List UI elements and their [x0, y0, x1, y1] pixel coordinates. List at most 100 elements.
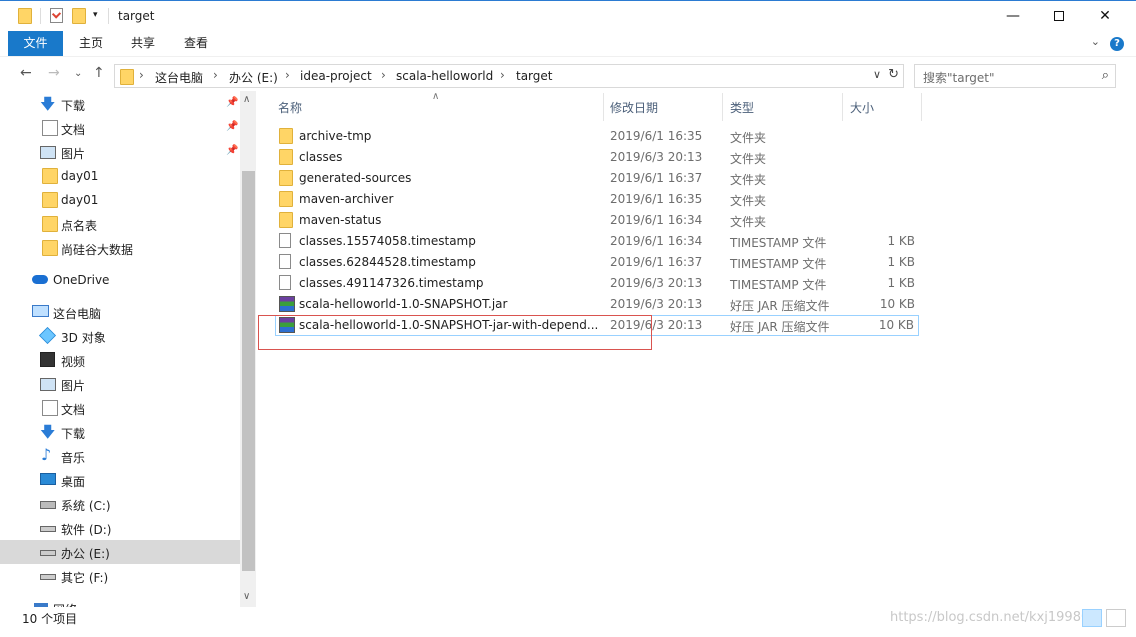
nav-item-roster[interactable]: 点名表 — [0, 212, 240, 236]
breadcrumb-separator[interactable]: › — [213, 68, 218, 82]
nav-item-this-pc[interactable]: 这台电脑 — [0, 300, 240, 324]
breadcrumb-item[interactable]: 办公 (E:) — [229, 69, 278, 86]
nav-item-downloads[interactable]: 🡇 下载 📌 — [0, 92, 240, 116]
column-header-type[interactable]: 类型 — [730, 99, 754, 116]
column-header-size[interactable]: 大小 — [850, 99, 874, 116]
file-icon — [279, 254, 291, 269]
scroll-down-icon[interactable]: ∨ — [243, 591, 250, 602]
properties-icon[interactable] — [50, 8, 63, 23]
forward-button[interactable]: → — [48, 65, 60, 81]
folder-icon — [42, 192, 58, 208]
breadcrumb-separator[interactable]: › — [500, 68, 505, 82]
nav-item-label: 图片 — [61, 147, 86, 161]
separator — [108, 8, 109, 24]
nav-item-label: 系统 (C:) — [61, 499, 111, 513]
pin-icon[interactable]: 📌 — [226, 97, 238, 108]
breadcrumb-item[interactable]: 这台电脑 — [155, 69, 203, 86]
title-bar: ▾ target — ✕ — [0, 0, 1136, 31]
table-row[interactable]: classes.62844528.timestamp 2019/6/1 16:3… — [275, 252, 919, 273]
nav-item-day01[interactable]: day01 — [0, 164, 240, 188]
nav-item-documents[interactable]: 文档 — [0, 396, 240, 420]
scroll-up-icon[interactable]: ∧ — [243, 94, 250, 105]
breadcrumb-item[interactable]: target — [516, 69, 553, 83]
nav-item-3d-objects[interactable]: 3D 对象 — [0, 324, 240, 348]
details-view-button[interactable] — [1082, 609, 1102, 627]
column-header-date[interactable]: 修改日期 — [610, 99, 658, 116]
address-row: ← → ⌄ ↑ › 这台电脑 › 办公 (E:) › idea-project … — [0, 56, 1136, 91]
nav-item-drive-f[interactable]: 其它 (F:) — [0, 564, 240, 588]
breadcrumb-separator[interactable]: › — [381, 68, 386, 82]
address-bar[interactable]: › 这台电脑 › 办公 (E:) › idea-project › scala-… — [114, 64, 904, 88]
nav-item-onedrive[interactable]: OneDrive — [0, 268, 240, 292]
nav-item-music[interactable]: ♪ 音乐 — [0, 444, 240, 468]
nav-item-label: 3D 对象 — [61, 331, 106, 345]
nav-item-drive-c[interactable]: 系统 (C:) — [0, 492, 240, 516]
pin-icon[interactable]: 📌 — [226, 145, 238, 156]
new-folder-icon[interactable] — [72, 8, 86, 24]
breadcrumb-separator[interactable]: › — [285, 68, 290, 82]
pin-icon[interactable]: 📌 — [226, 121, 238, 132]
column-divider[interactable] — [842, 93, 843, 121]
breadcrumb-separator[interactable]: › — [139, 68, 144, 82]
status-bar: 10 个项目 https://blog.csdn.net/kxj19980 — [0, 607, 1136, 637]
nav-item-pictures[interactable]: 图片 📌 — [0, 140, 240, 164]
scrollbar-thumb[interactable] — [242, 171, 255, 571]
file-date: 2019/6/3 20:13 — [610, 297, 703, 311]
table-row[interactable]: classes.491147326.timestamp 2019/6/3 20:… — [275, 273, 919, 294]
expand-ribbon-icon[interactable]: ⌄ — [1091, 35, 1100, 48]
file-name: classes.15574058.timestamp — [299, 234, 476, 248]
window-title: target — [118, 9, 155, 23]
customize-toolbar-icon[interactable]: ▾ — [93, 10, 98, 20]
nav-item-day01[interactable]: day01 — [0, 188, 240, 212]
nav-item-label: 办公 (E:) — [61, 547, 110, 561]
table-row[interactable]: maven-status 2019/6/1 16:34 文件夹 — [275, 210, 919, 231]
nav-item-network[interactable]: 网络 — [0, 596, 240, 607]
nav-scrollbar[interactable]: ∧ ∨ — [240, 91, 256, 607]
nav-item-pictures[interactable]: 图片 — [0, 372, 240, 396]
nav-item-bigdata[interactable]: 尚硅谷大数据 — [0, 236, 240, 260]
table-row[interactable]: scala-helloworld-1.0-SNAPSHOT.jar 2019/6… — [275, 294, 919, 315]
nav-item-label: day01 — [61, 169, 99, 183]
search-box[interactable]: 搜索"target" ⌕ — [914, 64, 1116, 88]
refresh-icon[interactable]: ↻ — [888, 67, 899, 82]
tab-home[interactable]: 主页 — [70, 31, 112, 56]
close-button[interactable]: ✕ — [1082, 1, 1128, 31]
help-icon[interactable]: ? — [1110, 37, 1124, 51]
back-button[interactable]: ← — [20, 65, 32, 81]
table-row[interactable]: archive-tmp 2019/6/1 16:35 文件夹 — [275, 126, 919, 147]
minimize-button[interactable]: — — [990, 1, 1036, 31]
column-divider[interactable] — [921, 93, 922, 121]
table-row[interactable]: classes.15574058.timestamp 2019/6/1 16:3… — [275, 231, 919, 252]
recent-locations-icon[interactable]: ⌄ — [74, 68, 82, 79]
nav-item-label: day01 — [61, 193, 99, 207]
folder-icon — [279, 149, 293, 165]
maximize-button[interactable] — [1036, 1, 1082, 31]
column-divider[interactable] — [603, 93, 604, 121]
tab-share[interactable]: 共享 — [122, 31, 164, 56]
nav-item-videos[interactable]: 视频 — [0, 348, 240, 372]
file-size: 10 KB — [879, 297, 915, 311]
up-button[interactable]: ↑ — [93, 65, 105, 81]
breadcrumb-item[interactable]: scala-helloworld — [396, 69, 493, 83]
nav-item-desktop[interactable]: 桌面 — [0, 468, 240, 492]
breadcrumb-item[interactable]: idea-project — [300, 69, 372, 83]
tab-view[interactable]: 查看 — [175, 31, 217, 56]
table-row[interactable]: classes 2019/6/3 20:13 文件夹 — [275, 147, 919, 168]
file-name: archive-tmp — [299, 129, 372, 143]
column-header-name[interactable]: 名称 — [278, 99, 302, 116]
tab-file[interactable]: 文件 — [8, 31, 63, 56]
nav-item-drive-d[interactable]: 软件 (D:) — [0, 516, 240, 540]
nav-item-drive-e[interactable]: 办公 (E:) — [0, 540, 240, 564]
table-row[interactable]: generated-sources 2019/6/1 16:37 文件夹 — [275, 168, 919, 189]
folder-icon — [42, 216, 58, 232]
search-icon[interactable]: ⌕ — [1102, 68, 1109, 83]
nav-item-label: 文档 — [61, 403, 86, 417]
column-divider[interactable] — [722, 93, 723, 121]
table-row[interactable]: maven-archiver 2019/6/1 16:35 文件夹 — [275, 189, 919, 210]
search-input[interactable]: 搜索"target" — [923, 69, 995, 86]
large-icons-view-button[interactable] — [1106, 609, 1126, 627]
address-dropdown-icon[interactable]: ∨ — [873, 68, 881, 81]
nav-item-label: 视频 — [61, 355, 86, 369]
nav-item-documents[interactable]: 文档 📌 — [0, 116, 240, 140]
nav-item-downloads[interactable]: 🡇 下载 — [0, 420, 240, 444]
